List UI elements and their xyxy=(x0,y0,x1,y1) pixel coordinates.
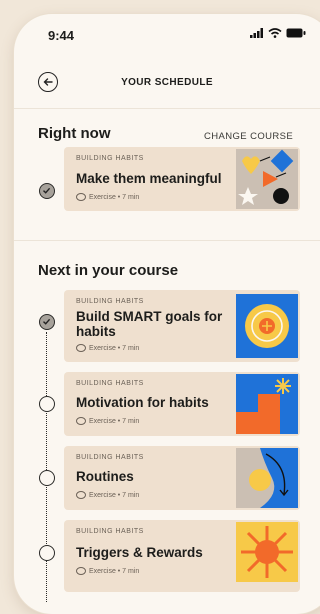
pending-circle[interactable] xyxy=(39,545,55,561)
change-course-button[interactable]: CHANGE COURSE xyxy=(204,131,293,142)
next-heading: Next in your course xyxy=(38,262,179,279)
chat-bubble-icon xyxy=(76,417,86,425)
signal-icon xyxy=(250,28,263,38)
wifi-icon xyxy=(268,28,282,38)
chat-bubble-icon xyxy=(76,491,86,499)
right-now-heading: Right now xyxy=(38,125,111,142)
target-illustration xyxy=(236,294,298,358)
chat-bubble-icon xyxy=(76,567,86,575)
chat-bubble-icon xyxy=(76,344,86,352)
card-category: BUILDING HABITS xyxy=(76,528,144,535)
course-card[interactable]: BUILDING HABITS Motivation for habits Ex… xyxy=(64,372,300,436)
pending-circle[interactable] xyxy=(39,470,55,486)
card-category: BUILDING HABITS xyxy=(76,454,144,461)
nav-bar: YOUR SCHEDULE xyxy=(14,62,320,109)
card-title: Build SMART goals for habits xyxy=(76,309,223,339)
card-title: Make them meaningful xyxy=(76,171,222,186)
course-card[interactable]: BUILDING HABITS Routines Exercise • 7 mi… xyxy=(64,446,300,510)
card-meta-text: Exercise • 7 min xyxy=(89,417,140,425)
card-meta: Exercise • 7 min xyxy=(76,417,139,425)
timeline-line xyxy=(46,332,47,602)
checkmark-icon xyxy=(43,187,51,194)
status-time: 9:44 xyxy=(48,28,75,43)
page-title: YOUR SCHEDULE xyxy=(121,77,213,88)
right-now-card[interactable]: BUILDING HABITS Make them meaningful Exe… xyxy=(64,147,300,211)
card-meta-text: Exercise • 7 min xyxy=(89,491,140,499)
card-category: BUILDING HABITS xyxy=(76,155,144,162)
card-category: BUILDING HABITS xyxy=(76,380,144,387)
card-category: BUILDING HABITS xyxy=(76,298,144,305)
card-meta: Exercise • 7 min xyxy=(76,567,139,575)
card-meta-text: Exercise • 7 min xyxy=(89,567,140,575)
battery-icon xyxy=(286,28,306,38)
status-bar: 9:44 xyxy=(14,14,320,54)
phone-screen: 9:44 YOUR SCHEDULE Right now CHANGE COUR… xyxy=(14,14,320,614)
completed-check[interactable] xyxy=(39,183,55,199)
card-meta: Exercise • 7 min xyxy=(76,193,139,201)
status-icons xyxy=(250,28,306,38)
shapes-illustration xyxy=(236,149,298,209)
card-title: Motivation for habits xyxy=(76,395,209,410)
card-meta: Exercise • 7 min xyxy=(76,344,139,352)
card-title: Routines xyxy=(76,469,134,484)
card-title: Triggers & Rewards xyxy=(76,545,203,560)
section-divider xyxy=(14,240,320,241)
checkmark-icon xyxy=(43,318,51,325)
routine-illustration xyxy=(236,448,298,508)
completed-check[interactable] xyxy=(39,314,55,330)
sun-illustration xyxy=(236,522,298,582)
pending-circle[interactable] xyxy=(39,396,55,412)
card-meta-text: Exercise • 7 min xyxy=(89,193,140,201)
card-meta: Exercise • 7 min xyxy=(76,491,139,499)
chat-bubble-icon xyxy=(76,193,86,201)
steps-illustration xyxy=(236,374,298,434)
course-card[interactable]: BUILDING HABITS Build SMART goals for ha… xyxy=(64,290,300,362)
card-meta-text: Exercise • 7 min xyxy=(89,344,140,352)
course-card[interactable]: BUILDING HABITS Triggers & Rewards Exerc… xyxy=(64,520,300,592)
